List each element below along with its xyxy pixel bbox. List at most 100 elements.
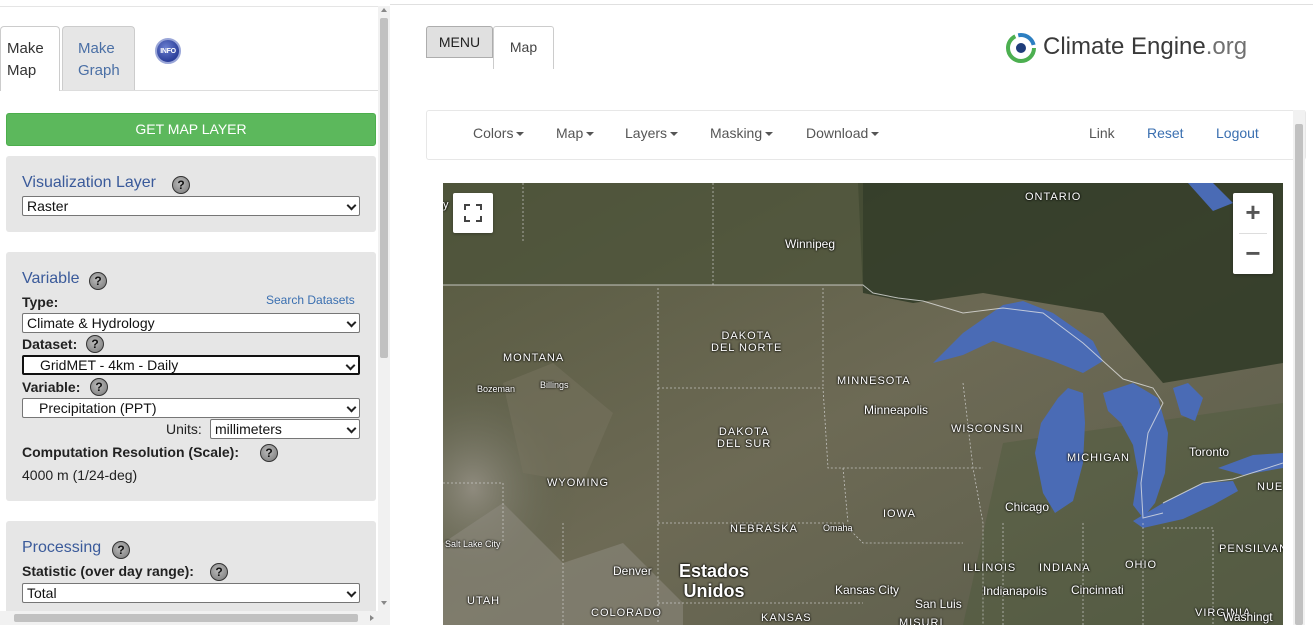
units-select[interactable]: millimeters — [210, 419, 360, 439]
zoom-control: + − — [1233, 193, 1273, 274]
masking-dropdown[interactable]: Masking — [710, 124, 774, 142]
map-navbar: Colors Map Layers Masking Download Link … — [426, 110, 1306, 160]
map-view[interactable]: ONTARIO Winnipeg y DAKOTA DEL NORTE MONT… — [443, 183, 1283, 625]
map-label-salt-lake-city: Salt Lake City — [445, 539, 501, 549]
tabs-underline — [60, 90, 378, 91]
statistic-select[interactable]: Total — [22, 583, 360, 603]
masking-dropdown-label: Masking — [710, 125, 763, 141]
menu-button[interactable]: MENU — [426, 26, 493, 58]
layers-dropdown[interactable]: Layers — [625, 124, 679, 142]
page-vertical-scrollbar[interactable] — [1293, 110, 1305, 625]
climate-engine-logo-icon — [1006, 33, 1036, 63]
map-label-utah: UTAH — [467, 595, 501, 607]
link-nav-item[interactable]: Link — [1089, 124, 1115, 142]
logo-suffix: .org — [1205, 33, 1248, 60]
get-map-layer-button[interactable]: GET MAP LAYER — [6, 113, 376, 146]
zoom-in-button[interactable]: + — [1233, 193, 1273, 233]
units-value: millimeters — [215, 421, 282, 437]
resolution-label: Computation Resolution (Scale): — [22, 444, 239, 460]
caret-down-icon — [586, 132, 595, 137]
map-label-estados-unidos: Estados Unidos — [679, 561, 750, 601]
left-panel-horizontal-scrollbar[interactable] — [0, 611, 378, 625]
type-value: Climate & Hydrology — [27, 315, 155, 331]
map-label-minnesota: MINNESOTA — [837, 375, 911, 387]
search-datasets-link[interactable]: Search Datasets — [266, 293, 355, 307]
map-label-montana: MONTANA — [503, 352, 565, 364]
fullscreen-button[interactable] — [453, 193, 493, 233]
map-label-illinois: ILLINOIS — [963, 562, 1017, 574]
visualization-help-icon[interactable]: ? — [172, 176, 190, 194]
map-label-indiana: INDIANA — [1039, 562, 1091, 574]
tab-make-graph[interactable]: Make Graph — [62, 26, 135, 91]
map-label-wyoming: WYOMING — [547, 477, 609, 489]
scroll-down-arrow-icon[interactable] — [381, 601, 387, 605]
top-divider — [390, 4, 1313, 5]
dataset-select[interactable]: GridMET - 4km - Daily — [22, 355, 360, 375]
scroll-right-arrow-icon[interactable] — [370, 615, 374, 621]
tab-make-map[interactable]: Make Map — [0, 26, 60, 91]
units-label: Units: — [166, 421, 202, 437]
zoom-out-button[interactable]: − — [1233, 234, 1273, 274]
statistic-help-icon[interactable]: ? — [210, 563, 228, 581]
dataset-value: GridMET - 4km - Daily — [40, 357, 179, 373]
dataset-help-icon[interactable]: ? — [86, 335, 104, 353]
climate-engine-logo[interactable]: Climate Engine.org — [1005, 30, 1265, 64]
tab-map[interactable]: Map — [493, 26, 554, 69]
map-label-chicago: Chicago — [1005, 500, 1050, 514]
variable-help-icon[interactable]: ? — [89, 272, 107, 290]
map-label-michigan: MICHIGAN — [1067, 452, 1130, 464]
colors-dropdown-label: Colors — [473, 125, 514, 141]
processing-help-icon[interactable]: ? — [112, 541, 130, 559]
info-icon[interactable]: INFO — [155, 38, 181, 64]
variable-select[interactable]: Precipitation (PPT) — [22, 398, 360, 418]
map-dropdown-label: Map — [556, 125, 584, 141]
map-label-pennsylvania: PENSILVAN — [1219, 543, 1283, 555]
layers-dropdown-label: Layers — [625, 125, 668, 141]
variable-label: Variable: — [22, 379, 81, 395]
map-dropdown[interactable]: Map — [556, 124, 595, 142]
statistic-label: Statistic (over day range): — [22, 563, 194, 579]
map-label-iowa: IOWA — [883, 508, 916, 520]
logout-link[interactable]: Logout — [1216, 124, 1259, 142]
map-label-washington: Washingt — [1223, 610, 1273, 624]
variable-section: Variable ? Type: Search Datasets Climate… — [6, 252, 376, 501]
map-label-toronto: Toronto — [1189, 445, 1230, 459]
scrollbar-thumb[interactable] — [14, 614, 358, 622]
type-select[interactable]: Climate & Hydrology — [22, 313, 360, 333]
chevron-down-icon — [346, 587, 357, 598]
left-panel: Make Map Make Graph INFO GET MAP LAYER V… — [0, 0, 390, 625]
variable-title: Variable — [22, 270, 80, 287]
processing-title: Processing — [22, 539, 102, 556]
logo-name: Climate Engine — [1043, 33, 1206, 60]
download-dropdown[interactable]: Download — [806, 124, 880, 142]
scrollbar-thumb[interactable] — [1295, 124, 1303, 625]
map-label-minneapolis: Minneapolis — [864, 403, 929, 417]
scrollbar-thumb[interactable] — [380, 18, 388, 358]
scroll-up-arrow-icon[interactable] — [381, 8, 387, 12]
dataset-label: Dataset: — [22, 336, 78, 352]
map-label-nue: NUE — [1257, 481, 1283, 493]
variable-field-help-icon[interactable]: ? — [90, 378, 108, 396]
map-label-missouri: MISURI — [899, 617, 944, 625]
map-label-bozeman: Bozeman — [477, 384, 516, 394]
map-label-ontario: ONTARIO — [1025, 191, 1082, 203]
map-label-kansas: KANSAS — [761, 612, 812, 624]
colors-dropdown[interactable]: Colors — [473, 124, 525, 142]
visualization-layer-select[interactable]: Raster — [22, 196, 360, 216]
statistic-value: Total — [27, 585, 57, 601]
resolution-value: 4000 m (1/24-deg) — [22, 467, 138, 483]
variable-value: Precipitation (PPT) — [39, 400, 157, 416]
map-label-nebraska: NEBRASKA — [730, 523, 798, 535]
caret-down-icon — [765, 132, 774, 137]
map-label-kansas-city: Kansas City — [835, 583, 900, 597]
chevron-down-icon — [346, 423, 357, 434]
map-label-south-dakota: DAKOTA DEL SUR — [717, 426, 772, 450]
map-label-denver: Denver — [613, 564, 652, 578]
chevron-down-icon — [346, 200, 357, 211]
map-label-st-louis: San Luis — [915, 597, 962, 611]
left-panel-vertical-scrollbar[interactable] — [378, 6, 390, 625]
type-label: Type: — [22, 294, 59, 310]
resolution-help-icon[interactable]: ? — [260, 444, 278, 462]
map-label-billings: Billings — [540, 380, 569, 390]
reset-link[interactable]: Reset — [1147, 124, 1184, 142]
